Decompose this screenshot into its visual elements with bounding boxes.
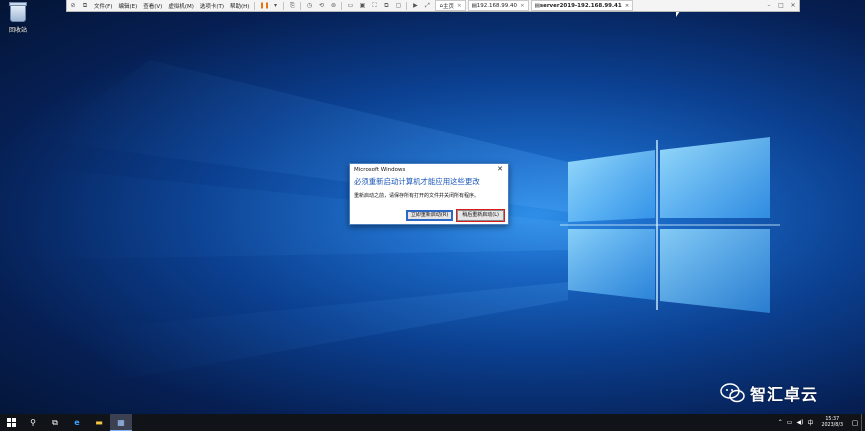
task-view-icon: ⧉ xyxy=(52,417,58,427)
windows-icon xyxy=(6,418,16,427)
taskbar-edge[interactable]: e xyxy=(66,414,88,431)
restart-later-button[interactable]: 稍后重新启动(L) xyxy=(457,210,504,221)
menu-tabs[interactable]: 选项卡(T) xyxy=(200,2,224,10)
pin-icon[interactable]: ⊘ xyxy=(69,2,77,10)
start-button[interactable] xyxy=(0,414,22,431)
dropdown-icon[interactable]: ▾ xyxy=(271,2,279,10)
ime-indicator[interactable]: 中 xyxy=(807,418,813,427)
restore-icon[interactable]: ⧉ xyxy=(81,2,89,10)
folder-icon: ▬ xyxy=(95,418,103,427)
sidebar-icon[interactable]: ▭ xyxy=(346,2,354,10)
network-icon[interactable]: ▭ xyxy=(787,419,793,426)
recycle-bin-label: 回收站 xyxy=(8,27,27,34)
separator xyxy=(283,1,285,10)
dialog-buttons: 立即重新启动(R) 稍后重新启动(L) xyxy=(402,210,504,221)
fullscreen-icon[interactable]: ⛶ xyxy=(370,2,378,10)
notification-icon[interactable]: ▢ xyxy=(849,414,861,431)
dialog-titlebar: Microsoft Windows ✕ xyxy=(350,164,508,175)
watermark: 智汇卓云 xyxy=(720,381,818,405)
unity-icon[interactable]: ⧉ xyxy=(382,2,390,10)
taskbar-server-manager[interactable]: ▦ xyxy=(110,414,132,431)
tab-vm-41[interactable]: ▤ server2019-192.168.99.41 × xyxy=(530,0,634,11)
snapshot-manager-icon[interactable]: ⊚ xyxy=(329,2,337,10)
tab-label: 主页 xyxy=(442,3,454,10)
chevron-up-icon[interactable]: ⌃ xyxy=(778,419,783,426)
server-manager-icon: ▦ xyxy=(117,417,125,427)
clock-date: 2023/8/3 xyxy=(821,422,843,428)
close-icon[interactable]: ✕ xyxy=(497,165,503,173)
vm-toolbar: ⊘ ⧉ 文件(F) 编辑(E) 查看(V) 虚拟机(M) 选项卡(T) 帮助(H… xyxy=(66,0,800,12)
restart-dialog: Microsoft Windows ✕ 必须重新启动计算机才能应用这些更改 重新… xyxy=(349,163,509,225)
minimize-icon[interactable]: – xyxy=(765,2,773,10)
show-desktop-button[interactable] xyxy=(861,414,865,431)
snapshot-icon[interactable]: ◷ xyxy=(305,2,313,10)
menu-edit[interactable]: 编辑(E) xyxy=(118,2,137,10)
recycle-bin[interactable]: 回收站 xyxy=(4,2,32,34)
taskbar: ⚲ ⧉ e ▬ ▦ ⌃ ▭ ◀) 中 15:37 2023/8/3 ▢ xyxy=(0,414,865,431)
watermark-text: 智汇卓云 xyxy=(750,385,819,404)
dialog-heading: 必须重新启动计算机才能应用这些更改 xyxy=(354,177,480,186)
separator xyxy=(254,1,256,10)
stretch-icon[interactable]: ⤢ xyxy=(423,2,431,10)
tab-label: server2019-192.168.99.41 xyxy=(539,2,622,9)
close-icon[interactable]: × xyxy=(520,3,525,9)
close-icon[interactable]: × xyxy=(625,3,630,9)
console-icon[interactable]: ▶ xyxy=(411,2,419,10)
revert-snapshot-icon[interactable]: ⟲ xyxy=(317,2,325,10)
dialog-message: 重新启动之前，请保存所有打开的文件并关闭所有程序。 xyxy=(354,193,480,199)
taskbar-file-explorer[interactable]: ▬ xyxy=(88,414,110,431)
menu-vm[interactable]: 虚拟机(M) xyxy=(168,2,194,10)
menu-file[interactable]: 文件(F) xyxy=(94,2,112,10)
close-icon[interactable]: × xyxy=(457,3,462,9)
clock[interactable]: 15:37 2023/8/3 xyxy=(821,417,843,429)
wechat-icon xyxy=(720,383,745,403)
maximize-icon[interactable]: □ xyxy=(777,2,785,10)
dialog-title: Microsoft Windows xyxy=(354,166,406,173)
system-tray: ⌃ ▭ ◀) 中 15:37 2023/8/3 ▢ xyxy=(776,414,865,431)
recycle-bin-icon xyxy=(9,2,27,22)
edge-icon: e xyxy=(74,418,80,427)
send-keys-icon[interactable]: ⎘ xyxy=(288,2,296,10)
menu-view[interactable]: 查看(V) xyxy=(143,2,162,10)
tab-label: 192.168.99.40 xyxy=(476,2,518,9)
fit-window-icon[interactable]: ▢ xyxy=(394,2,402,10)
task-view-button[interactable]: ⧉ xyxy=(44,414,66,431)
separator xyxy=(300,1,302,10)
volume-icon[interactable]: ◀) xyxy=(796,419,803,426)
separator xyxy=(341,1,343,10)
restart-now-button[interactable]: 立即重新启动(R) xyxy=(405,210,454,221)
tab-home[interactable]: ⌂ 主页 × xyxy=(435,0,466,11)
thumbnail-icon[interactable]: ▣ xyxy=(358,2,366,10)
search-icon: ⚲ xyxy=(30,418,36,427)
search-button[interactable]: ⚲ xyxy=(22,414,44,431)
menu-help[interactable]: 帮助(H) xyxy=(230,2,249,10)
pause-icon[interactable]: ❚❚ xyxy=(259,2,269,10)
separator xyxy=(406,1,408,10)
close-window-icon[interactable]: ✕ xyxy=(789,2,797,10)
tab-vm-40[interactable]: ▤ 192.168.99.40 × xyxy=(467,0,529,11)
